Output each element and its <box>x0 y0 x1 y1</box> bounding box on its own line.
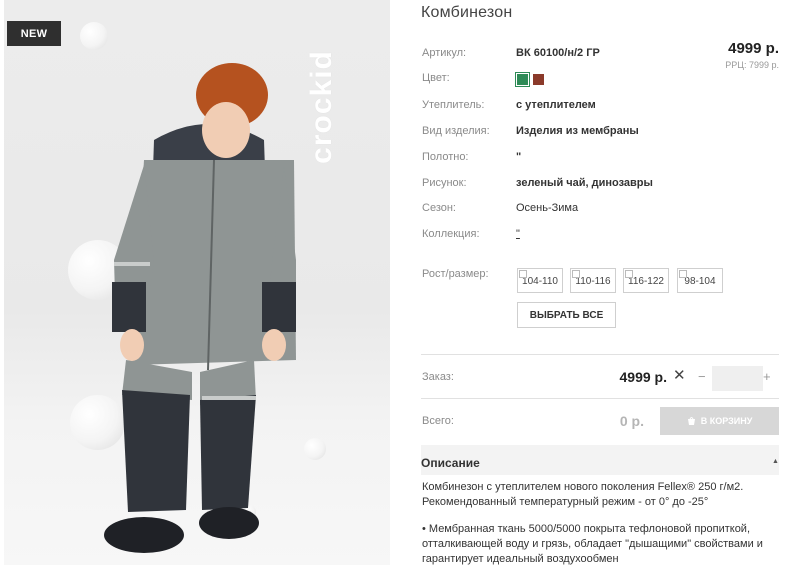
quantity-decrease-button[interactable]: − <box>698 369 706 384</box>
add-to-cart-label: В КОРЗИНУ <box>700 416 753 426</box>
color-swatch-green[interactable] <box>515 72 530 87</box>
size-option-98-104[interactable]: 98-104 <box>677 268 723 293</box>
brand-logo: crockid <box>305 50 338 164</box>
divider <box>421 398 779 399</box>
collapse-caret-icon[interactable]: ▲ <box>772 458 779 465</box>
spec-label-pattern: Рисунок: <box>422 177 467 189</box>
size-checkbox[interactable] <box>625 270 633 278</box>
total-label: Всего: <box>422 415 454 427</box>
add-to-cart-button[interactable]: В КОРЗИНУ <box>660 407 779 435</box>
spec-value-collection-link[interactable]: " <box>516 228 520 240</box>
spec-value-article: ВК 60100/н/2 ГР <box>516 47 600 59</box>
spec-value-pattern: зеленый чай, динозавры <box>516 177 653 189</box>
size-option-label: 98-104 <box>684 276 716 287</box>
product-title: Комбинезон <box>421 4 513 21</box>
spec-label-type: Вид изделия: <box>422 125 490 137</box>
size-option-label: 116-122 <box>628 276 664 287</box>
quantity-increase-button[interactable]: + <box>763 369 771 384</box>
total-value: 0 р. <box>619 413 644 429</box>
color-swatch-brown[interactable] <box>533 74 544 85</box>
cart-icon <box>687 417 695 425</box>
remove-order-icon[interactable]: ✕ <box>673 366 686 384</box>
description-text: отталкивающей воду и грязь, обладает "ды… <box>422 538 763 550</box>
new-badge: NEW <box>7 21 61 46</box>
product-price: 4999 р. <box>728 40 779 57</box>
spec-label-fabric: Полотно: <box>422 151 469 163</box>
quantity-input[interactable] <box>712 366 763 391</box>
size-option-104-110[interactable]: 104-110 <box>517 268 563 293</box>
size-checkbox[interactable] <box>572 270 580 278</box>
description-text: Рекомендованный температурный режим - от… <box>422 496 709 508</box>
order-price: 4999 р. <box>619 369 667 385</box>
spec-label-article: Артикул: <box>422 47 467 59</box>
order-label: Заказ: <box>422 371 454 383</box>
description-text: • Мембранная ткань 5000/5000 покрыта теф… <box>422 523 751 535</box>
select-all-sizes-button[interactable]: ВЫБРАТЬ ВСЕ <box>517 302 616 328</box>
spec-value-fabric: " <box>516 151 522 163</box>
product-rrp-price: РРЦ: 7999 р. <box>725 60 779 70</box>
description-title[interactable]: Описание <box>421 456 480 470</box>
size-option-116-122[interactable]: 116-122 <box>623 268 669 293</box>
size-checkbox[interactable] <box>519 270 527 278</box>
size-label: Рост/размер: <box>422 268 489 280</box>
spec-value-type: Изделия из мембраны <box>516 125 639 137</box>
size-option-110-116[interactable]: 110-116 <box>570 268 616 293</box>
description-text: Комбинезон с утеплителем нового поколени… <box>422 481 744 493</box>
size-checkbox[interactable] <box>679 270 687 278</box>
size-option-label: 110-116 <box>575 276 611 287</box>
divider <box>421 354 779 355</box>
size-option-label: 104-110 <box>522 276 558 287</box>
spec-label-collection: Коллекция: <box>422 228 480 240</box>
spec-label-insulation: Утеплитель: <box>422 99 485 111</box>
spec-label-color: Цвет: <box>422 72 450 84</box>
spec-label-season: Сезон: <box>422 202 456 214</box>
spec-value-insulation: с утеплителем <box>516 99 596 111</box>
spec-value-season: Осень-Зима <box>516 202 579 214</box>
product-photo[interactable]: NEW crockid <box>4 0 390 565</box>
